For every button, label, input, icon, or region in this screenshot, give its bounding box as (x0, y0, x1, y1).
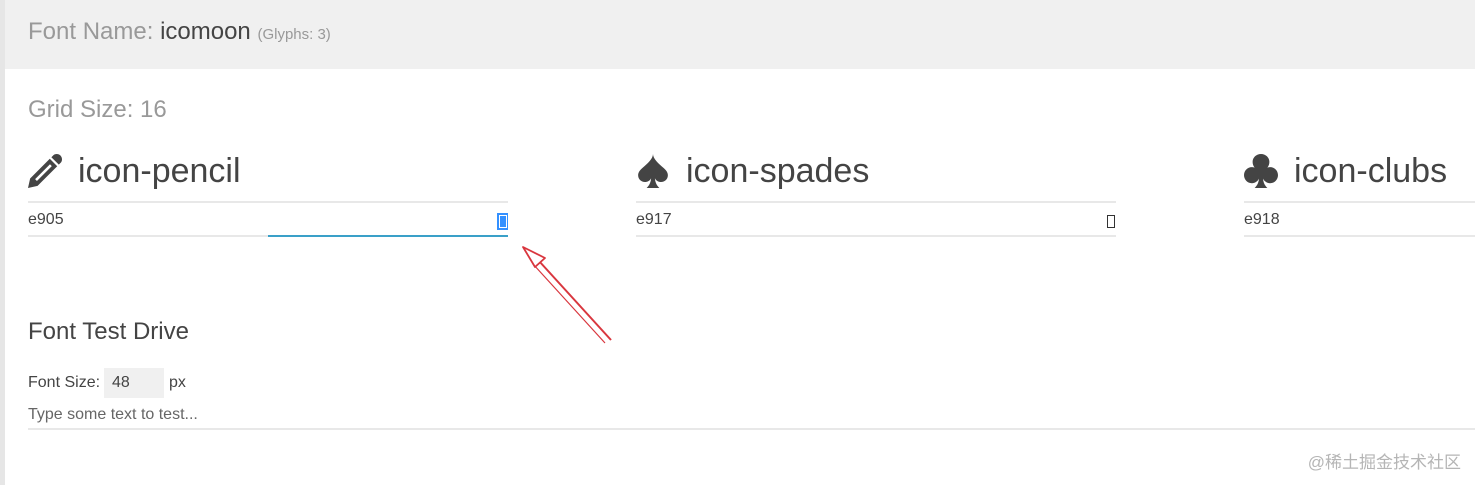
glyph-char-field[interactable] (268, 205, 508, 237)
glyph-code: e918 (1244, 211, 1280, 228)
font-name-title: Font Name: icomoon (Glyphs: 3) (28, 18, 331, 46)
glyph-name: icon-clubs (1294, 152, 1448, 190)
glyph-header: icon-spades (636, 148, 1116, 203)
glyph-card-pencil: icon-pencil e905 (28, 148, 508, 237)
font-test-drive-title: Font Test Drive (28, 318, 189, 345)
glyph-code: e917 (636, 211, 672, 228)
glyph-code-row: e917 (636, 203, 1116, 237)
glyph-name: icon-spades (686, 152, 870, 190)
font-name-label: Font Name: (28, 18, 154, 45)
glyph-card-clubs: icon-clubs e918 (1244, 148, 1475, 237)
glyph-char-field[interactable] (876, 205, 1116, 235)
grid-size-label: Grid Size: 16 (28, 96, 167, 123)
glyph-name: icon-pencil (78, 152, 241, 190)
font-name-value: icomoon (160, 18, 251, 45)
glyph-char-selected[interactable] (497, 213, 508, 230)
glyph-code-row: e918 (1244, 203, 1475, 237)
font-size-label: Font Size: (28, 374, 101, 391)
glyph-code-row: e905 (28, 203, 508, 237)
font-size-input[interactable] (104, 368, 165, 398)
spades-icon (638, 154, 668, 188)
clubs-icon (1244, 154, 1278, 188)
glyph-count: (Glyphs: 3) (257, 26, 331, 43)
glyph-code: e905 (28, 211, 64, 228)
glyph-header: icon-clubs (1244, 148, 1475, 203)
font-size-unit: px (169, 374, 186, 391)
glyph-char[interactable] (1105, 213, 1116, 230)
watermark: @稀土掘金技术社区 (1307, 453, 1461, 472)
glyph-header: icon-pencil (28, 148, 508, 203)
font-header: Font Name: icomoon (Glyphs: 3) (5, 0, 1475, 69)
test-text-input[interactable] (28, 402, 1475, 430)
glyph-card-spades: icon-spades e917 (636, 148, 1116, 237)
font-size-row: Font Size: px (28, 368, 186, 398)
pencil-icon (28, 154, 62, 188)
icomoon-preview-page: Font Name: icomoon (Glyphs: 3) Grid Size… (0, 0, 1475, 485)
